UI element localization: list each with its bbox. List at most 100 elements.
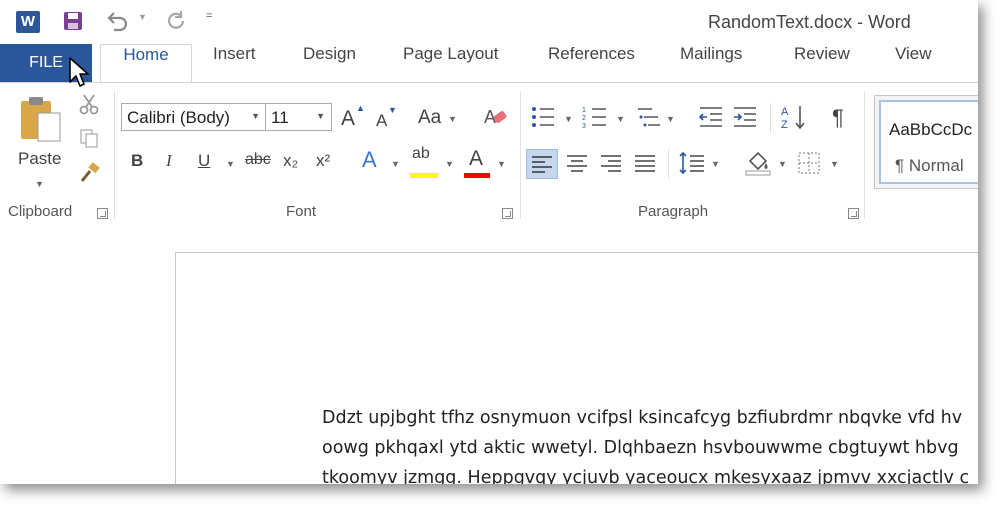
chevron-down-icon[interactable]: ▼ <box>666 114 675 124</box>
grow-font-button[interactable]: A <box>341 107 355 131</box>
shrink-font-button[interactable]: A <box>376 111 387 131</box>
word-logo-icon[interactable]: W <box>16 11 40 33</box>
copy-icon[interactable] <box>78 127 100 149</box>
change-case-button[interactable]: Aa <box>418 107 441 129</box>
redo-icon[interactable] <box>164 9 190 33</box>
style-normal-tile[interactable]: AaBbCcDc ¶ Normal <box>879 100 978 184</box>
chevron-down-icon[interactable]: ▼ <box>711 159 720 169</box>
chevron-down-icon[interactable]: ▼ <box>251 111 260 121</box>
group-separator <box>520 91 521 219</box>
tab-view[interactable]: View <box>895 44 932 82</box>
font-name-combo[interactable]: Calibri (Body) ▼ <box>121 103 267 131</box>
numbering-icon[interactable]: 1 2 3 <box>582 105 608 129</box>
chevron-down-icon[interactable]: ▼ <box>564 114 573 124</box>
decrease-indent-icon[interactable] <box>698 105 724 129</box>
chevron-down-icon[interactable]: ▼ <box>616 114 625 124</box>
chevron-down-icon[interactable]: ▼ <box>830 159 839 169</box>
paragraph-group-label: Paragraph <box>638 203 709 220</box>
word-window: W ▼ = RandomText.docx - Word FILE Home I… <box>0 0 978 484</box>
chevron-down-icon[interactable]: ▼ <box>226 159 235 169</box>
font-color-button[interactable]: A <box>469 147 483 171</box>
superscript-button[interactable]: x² <box>316 151 330 171</box>
highlight-color-swatch <box>410 173 438 178</box>
chevron-down-icon[interactable]: ▼ <box>445 159 454 169</box>
line-spacing-icon[interactable] <box>678 151 706 175</box>
justify-icon[interactable] <box>634 153 656 173</box>
bold-button[interactable]: B <box>131 151 143 171</box>
paste-dropdown-icon[interactable]: ▼ <box>35 179 44 189</box>
tab-home[interactable]: Home <box>100 44 192 84</box>
svg-text:3: 3 <box>582 123 586 129</box>
toolbar-separator <box>668 149 669 179</box>
text-line: Ddzt upjbght tfhz osnymuon vcifpsl ksinc… <box>322 408 963 428</box>
font-name-value: Calibri (Body) <box>127 108 230 127</box>
increase-indent-icon[interactable] <box>732 105 758 129</box>
svg-text:A: A <box>781 106 789 118</box>
ribbon: Paste ▼ Clipboard Calibri (Body) ▼ 11 ▼ … <box>0 82 978 227</box>
customize-qat-icon[interactable]: = <box>206 11 212 22</box>
format-painter-icon[interactable] <box>78 161 102 185</box>
shrink-arrow-icon: ▼ <box>388 105 397 115</box>
align-left-button[interactable] <box>526 149 558 179</box>
chevron-down-icon[interactable]: ▼ <box>316 111 325 121</box>
mouse-cursor-icon <box>69 57 89 87</box>
group-separator <box>114 91 115 219</box>
sort-icon[interactable]: A Z <box>780 103 808 131</box>
tab-insert[interactable]: Insert <box>213 44 256 82</box>
svg-text:2: 2 <box>582 115 586 122</box>
font-group-label: Font <box>286 203 317 220</box>
underline-button[interactable]: U <box>198 151 210 171</box>
tab-references[interactable]: References <box>548 44 635 82</box>
borders-icon[interactable] <box>797 151 821 175</box>
text-effects-button[interactable]: A <box>362 147 377 173</box>
save-icon[interactable] <box>62 10 84 32</box>
grow-arrow-icon: ▲ <box>356 103 365 113</box>
italic-button[interactable]: I <box>166 151 172 171</box>
window-title: RandomText.docx - Word <box>708 12 911 32</box>
font-size-value: 11 <box>271 108 289 127</box>
cut-icon[interactable] <box>78 93 100 115</box>
strikethrough-button[interactable]: abc <box>245 151 271 169</box>
clear-formatting-icon[interactable]: A <box>482 105 510 131</box>
font-size-combo[interactable]: 11 ▼ <box>265 103 332 131</box>
shading-icon[interactable] <box>744 149 772 177</box>
document-page[interactable]: Ddzt upjbght tfhz osnymuon vcifpsl ksinc… <box>175 252 978 484</box>
text-line: tkoomyv jzmgg. Heppgvqy ycjuvb yaceoucx … <box>322 468 970 484</box>
highlight-button[interactable]: ab <box>412 145 430 163</box>
chevron-down-icon[interactable]: ▼ <box>497 159 506 169</box>
chevron-down-icon[interactable]: ▼ <box>778 159 787 169</box>
align-left-icon <box>532 156 552 173</box>
ribbon-tabs: FILE Home Insert Design Page Layout Refe… <box>0 44 978 84</box>
tab-review[interactable]: Review <box>794 44 850 82</box>
font-color-swatch <box>464 173 490 178</box>
text-line: oowg pkhqaxl ytd aktic wwetyl. Dlqhbaezn… <box>322 438 959 458</box>
undo-icon[interactable] <box>104 9 130 33</box>
style-name-label: ¶ Normal <box>895 156 964 175</box>
undo-dropdown-icon[interactable]: ▼ <box>138 12 147 22</box>
paste-icon[interactable] <box>18 95 64 143</box>
toolbar-separator <box>770 103 771 133</box>
subscript-button[interactable]: x₂ <box>283 151 298 171</box>
chevron-down-icon[interactable]: ▼ <box>448 114 457 124</box>
tab-page-layout[interactable]: Page Layout <box>403 44 498 82</box>
tab-mailings[interactable]: Mailings <box>680 44 742 82</box>
tab-design[interactable]: Design <box>303 44 356 82</box>
group-separator <box>864 91 865 219</box>
style-preview-text: AaBbCcDc <box>889 120 973 139</box>
svg-text:Z: Z <box>781 119 788 131</box>
paste-button[interactable]: Paste <box>18 149 61 169</box>
styles-gallery[interactable]: AaBbCcDc ¶ Normal <box>874 95 978 189</box>
bullets-icon[interactable] <box>530 105 556 129</box>
clipboard-launcher-icon[interactable] <box>97 208 108 219</box>
paragraph-launcher-icon[interactable] <box>848 208 859 219</box>
align-center-icon[interactable] <box>566 153 588 173</box>
multilevel-list-icon[interactable] <box>636 105 662 129</box>
document-canvas[interactable]: Ddzt upjbght tfhz osnymuon vcifpsl ksinc… <box>0 226 978 484</box>
chevron-down-icon[interactable]: ▼ <box>391 159 400 169</box>
show-formatting-marks-button[interactable]: ¶ <box>832 105 844 131</box>
document-paragraph[interactable]: Ddzt upjbght tfhz osnymuon vcifpsl ksinc… <box>322 403 978 484</box>
title-bar: W ▼ = RandomText.docx - Word <box>0 0 978 44</box>
align-right-icon[interactable] <box>600 153 622 173</box>
clipboard-group-label: Clipboard <box>8 203 73 220</box>
font-launcher-icon[interactable] <box>502 208 513 219</box>
